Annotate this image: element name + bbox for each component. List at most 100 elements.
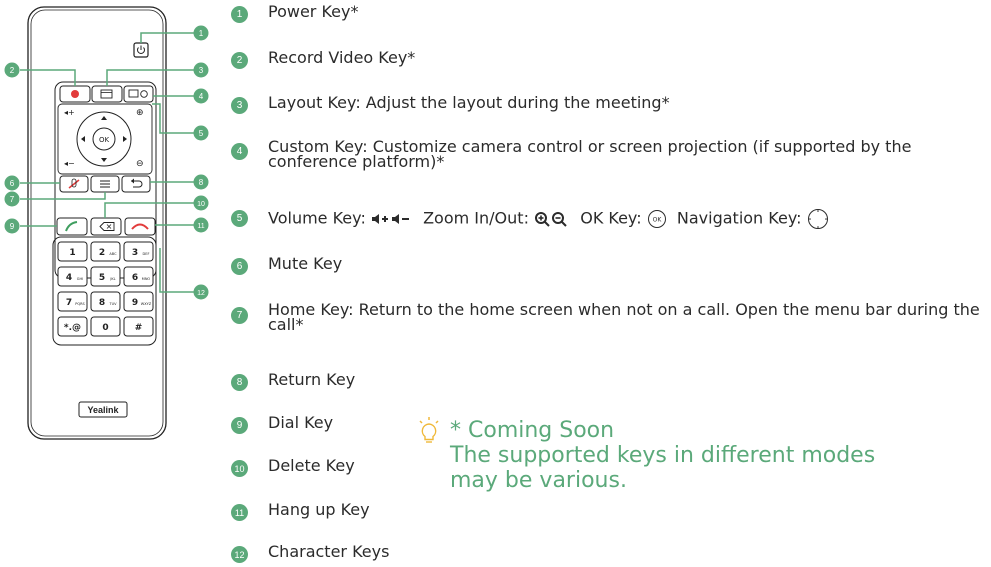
svg-text:◂+: ◂+ (64, 108, 75, 117)
legend-item-home: 7 Home Key: Return to the home screen wh… (231, 302, 983, 333)
legend-number: 5 (231, 210, 248, 227)
keypad-digit: 3 (132, 248, 138, 258)
zoom-label: Zoom In/Out: (423, 208, 529, 228)
keypad-key-10: *.@ (57, 316, 88, 337)
keypad-key-12: # (123, 316, 154, 337)
svg-text:11: 11 (197, 223, 204, 230)
keypad-key-11: 0 (90, 316, 121, 337)
legend-item-delete: 10 Delete Key (231, 458, 355, 477)
svg-text:10: 10 (197, 201, 205, 208)
callout-7: 7 (4, 191, 20, 207)
legend-item-return: 8 Return Key (231, 372, 355, 391)
callout-6: 6 (4, 175, 20, 191)
ok-key-icon: OK (647, 210, 666, 228)
legend-number: 12 (231, 546, 248, 563)
callout-3: 3 (193, 62, 209, 78)
legend-item-character: 12 Character Keys (231, 544, 389, 563)
keypad-digit: 6 (132, 273, 138, 283)
keypad-digit: # (135, 323, 143, 333)
callout-10: 10 (193, 195, 209, 211)
delete-key (90, 217, 122, 236)
legend-text: Record Video Key* (268, 48, 416, 67)
power-key (133, 42, 149, 58)
navigation-key-label: Navigation Key: (676, 208, 802, 228)
svg-text:OK: OK (652, 217, 662, 224)
legend-item-dial: 9 Dial Key (231, 415, 333, 434)
legend-text: Layout Key: Adjust the layout during the… (268, 93, 670, 112)
keypad-digit: 9 (132, 298, 138, 308)
legend-text: Volume Key: Zoom In/Out: OK Key: OK Navi… (268, 208, 829, 230)
svg-text:9: 9 (10, 222, 15, 231)
keypad-digit: 8 (99, 298, 105, 308)
keypad-key-2: 2 ABC (90, 241, 121, 262)
keypad-key-1: 1 (57, 241, 88, 262)
keypad-key-3: 3 DEF (123, 241, 154, 262)
legend-item-layout: 3 Layout Key: Adjust the layout during t… (231, 95, 670, 114)
coming-soon-note: * Coming Soon The supported keys in diff… (419, 417, 920, 493)
dial-key (56, 217, 88, 236)
brand-label: Yealink (87, 405, 119, 415)
return-key (121, 175, 151, 193)
keypad-key-8: 8 TUV (90, 291, 121, 312)
legend-item-volume-zoom-ok-nav: 5 Volume Key: Zoom In/Out: OK Key: OK Na… (231, 208, 829, 230)
mute-key (59, 175, 89, 193)
callout-5: 5 (193, 125, 209, 141)
legend-item-record: 2 Record Video Key* (231, 50, 415, 69)
callout-4: 4 (193, 88, 209, 104)
callout-2: 2 (4, 62, 20, 78)
remote-diagram: ◂+ ◂− ⊕ ⊖ OK 1 2 ABC 3 DEF4 GHI 5 JKL 6 … (4, 6, 209, 440)
keypad-key-4: 4 GHI (57, 266, 88, 287)
legend-text: Return Key (268, 370, 356, 389)
legend-text: Hang up Key (268, 500, 370, 519)
keypad-digit: 0 (102, 323, 108, 333)
keypad-digit: *.@ (64, 323, 81, 333)
legend-number: 4 (231, 143, 248, 160)
keypad-letters: TUV (108, 302, 117, 306)
keypad-letters: DEF (143, 252, 150, 256)
svg-text:6: 6 (10, 179, 15, 188)
lightbulb-icon (419, 417, 439, 443)
volume-key-label: Volume Key: (268, 208, 366, 228)
svg-text:8: 8 (199, 178, 204, 187)
volume-icon (371, 214, 409, 224)
legend-number: 6 (231, 258, 248, 275)
legend-item-mute: 6 Mute Key (231, 256, 342, 275)
keypad-letters: ABC (109, 252, 117, 256)
zoom-icon (535, 212, 567, 227)
legend-item-custom: 4 Custom Key: Customize camera control o… (231, 137, 983, 171)
record-key (59, 85, 91, 103)
keypad-key-7: 7 PQRS (57, 291, 88, 312)
keypad-digit: 4 (66, 273, 72, 283)
keypad-digit: 1 (69, 248, 75, 258)
callout-12: 12 (193, 284, 209, 300)
svg-text:⊖: ⊖ (136, 159, 144, 169)
svg-text:12: 12 (197, 290, 205, 297)
legend-number: 10 (231, 460, 248, 477)
custom-key (123, 85, 154, 103)
callout-1: 1 (193, 25, 209, 41)
keypad-letters: PQRS (75, 302, 85, 306)
legend-number: 7 (231, 307, 248, 324)
keypad-key-6: 6 MNO (123, 266, 154, 287)
keypad-letters: GHI (77, 277, 83, 281)
hangup-key (124, 217, 156, 236)
legend-text: Custom Key: Customize camera control or … (268, 137, 912, 171)
keypad-key-9: 9 WXYZ (123, 291, 154, 312)
keypad-letters: MNO (142, 277, 151, 281)
legend-number: 11 (231, 504, 248, 521)
keypad-key-5: 5 JKL (90, 266, 121, 287)
keypad-digit: 2 (99, 248, 105, 258)
home-key (90, 175, 120, 193)
legend-number: 8 (231, 374, 248, 391)
keypad-letters: JKL (109, 277, 115, 281)
callout-9: 9 (4, 218, 20, 234)
svg-text:4: 4 (199, 92, 204, 101)
svg-text:3: 3 (199, 66, 204, 75)
legend-number: 2 (231, 52, 248, 69)
navigation-ring-icon (807, 209, 828, 229)
svg-text:7: 7 (10, 195, 15, 204)
callout-11: 11 (193, 217, 209, 233)
svg-text:1: 1 (199, 29, 204, 38)
legend-item-hangup: 11 Hang up Key (231, 502, 370, 521)
keypad-letters: WXYZ (141, 302, 152, 306)
